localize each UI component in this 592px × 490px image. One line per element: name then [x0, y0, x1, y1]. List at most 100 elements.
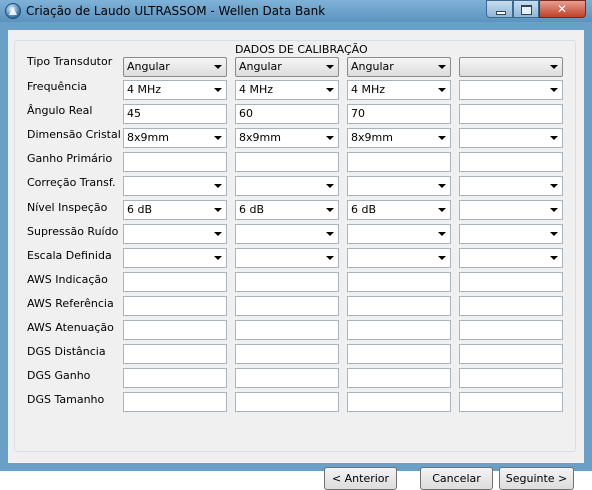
dropdown-select[interactable]	[235, 176, 339, 196]
dropdown-select[interactable]: 4 MHz	[123, 80, 227, 100]
text-field[interactable]	[235, 152, 339, 172]
dropdown-select[interactable]: 8x9mm	[235, 128, 339, 148]
minimize-icon	[496, 11, 506, 15]
text-field[interactable]	[123, 344, 227, 364]
row-label: AWS Indicação	[27, 273, 108, 286]
text-field[interactable]	[235, 296, 339, 316]
cancel-button[interactable]: Cancelar	[420, 467, 493, 490]
text-field[interactable]: 70	[347, 104, 451, 124]
app-window: Criação de Laudo ULTRASSOM - Wellen Data…	[0, 0, 592, 490]
maximize-button[interactable]	[513, 0, 539, 18]
text-field[interactable]	[347, 272, 451, 292]
text-field[interactable]	[235, 368, 339, 388]
text-field[interactable]: 45	[123, 104, 227, 124]
dropdown-select[interactable]	[235, 248, 339, 268]
next-button[interactable]: Seguinte >	[499, 467, 574, 490]
dropdown-select[interactable]	[347, 248, 451, 268]
dropdown-select[interactable]	[459, 176, 563, 196]
text-field[interactable]	[459, 344, 563, 364]
dropdown-select[interactable]: 8x9mm	[347, 128, 451, 148]
chevron-down-icon	[550, 88, 558, 92]
text-field[interactable]	[347, 392, 451, 412]
text-field[interactable]	[459, 320, 563, 340]
previous-button[interactable]: < Anterior	[324, 467, 397, 490]
field-value: 6 dB	[351, 203, 377, 216]
text-field[interactable]	[123, 392, 227, 412]
row-label: Supressão Ruído	[27, 225, 119, 238]
dropdown-select[interactable]: 8x9mm	[123, 128, 227, 148]
dropdown-select[interactable]	[459, 57, 563, 77]
row-label: Ganho Primário	[27, 152, 113, 165]
chevron-down-icon	[438, 208, 446, 212]
chevron-down-icon	[550, 256, 558, 260]
field-value: 8x9mm	[127, 131, 169, 144]
dropdown-select[interactable]: 4 MHz	[235, 80, 339, 100]
field-value: 4 MHz	[239, 83, 274, 96]
maximize-icon	[521, 5, 532, 15]
row-label: Frequência	[27, 80, 88, 93]
text-field[interactable]	[347, 152, 451, 172]
field-value: 6 dB	[127, 203, 153, 216]
chevron-down-icon	[438, 184, 446, 188]
dropdown-select[interactable]	[123, 176, 227, 196]
dropdown-select[interactable]	[459, 224, 563, 244]
chevron-down-icon	[214, 232, 222, 236]
text-field[interactable]	[459, 152, 563, 172]
field-value: Angular	[127, 60, 170, 73]
text-field[interactable]	[459, 368, 563, 388]
text-field[interactable]	[123, 368, 227, 388]
close-icon: ✕	[557, 2, 568, 16]
row-label: Escala Definida	[27, 249, 112, 262]
dropdown-select[interactable]	[123, 248, 227, 268]
field-value: Angular	[351, 60, 394, 73]
text-field[interactable]	[347, 368, 451, 388]
close-button[interactable]: ✕	[539, 0, 586, 18]
dropdown-select[interactable]: 6 dB	[123, 200, 227, 220]
dropdown-select[interactable]: Angular	[123, 57, 227, 77]
text-field[interactable]	[235, 320, 339, 340]
chevron-down-icon	[550, 136, 558, 140]
dropdown-select[interactable]: 6 dB	[347, 200, 451, 220]
dropdown-select[interactable]	[235, 224, 339, 244]
text-field[interactable]	[123, 296, 227, 316]
dropdown-select[interactable]: 4 MHz	[347, 80, 451, 100]
app-logo-icon	[5, 3, 21, 19]
text-field[interactable]	[459, 392, 563, 412]
field-value: Angular	[239, 60, 282, 73]
chevron-down-icon	[214, 136, 222, 140]
text-field[interactable]	[459, 104, 563, 124]
row-label: DGS Ganho	[27, 369, 91, 382]
text-field[interactable]: 60	[235, 104, 339, 124]
dropdown-select[interactable]: Angular	[235, 57, 339, 77]
title-bar[interactable]: Criação de Laudo ULTRASSOM - Wellen Data…	[0, 0, 592, 22]
text-field[interactable]	[235, 344, 339, 364]
chevron-down-icon	[550, 184, 558, 188]
dropdown-select[interactable]: 6 dB	[235, 200, 339, 220]
dropdown-select[interactable]	[347, 224, 451, 244]
text-field[interactable]	[123, 320, 227, 340]
text-field[interactable]	[235, 392, 339, 412]
dropdown-select[interactable]: Angular	[347, 57, 451, 77]
dropdown-select[interactable]	[459, 248, 563, 268]
chevron-down-icon	[438, 256, 446, 260]
chevron-down-icon	[438, 232, 446, 236]
text-field[interactable]	[347, 320, 451, 340]
text-field[interactable]	[459, 296, 563, 316]
dropdown-select[interactable]	[459, 200, 563, 220]
row-label: AWS Referência	[27, 297, 114, 310]
chevron-down-icon	[326, 232, 334, 236]
chevron-down-icon	[214, 208, 222, 212]
text-field[interactable]	[347, 344, 451, 364]
text-field[interactable]	[459, 272, 563, 292]
text-field[interactable]	[347, 296, 451, 316]
text-field[interactable]	[235, 272, 339, 292]
dropdown-select[interactable]	[459, 80, 563, 100]
calibration-group: DADOS DE CALIBRAÇÃO	[14, 40, 576, 452]
text-field[interactable]	[123, 152, 227, 172]
dropdown-select[interactable]	[459, 128, 563, 148]
chevron-down-icon	[214, 256, 222, 260]
text-field[interactable]	[123, 272, 227, 292]
dropdown-select[interactable]	[347, 176, 451, 196]
minimize-button[interactable]	[486, 0, 513, 18]
dropdown-select[interactable]	[123, 224, 227, 244]
